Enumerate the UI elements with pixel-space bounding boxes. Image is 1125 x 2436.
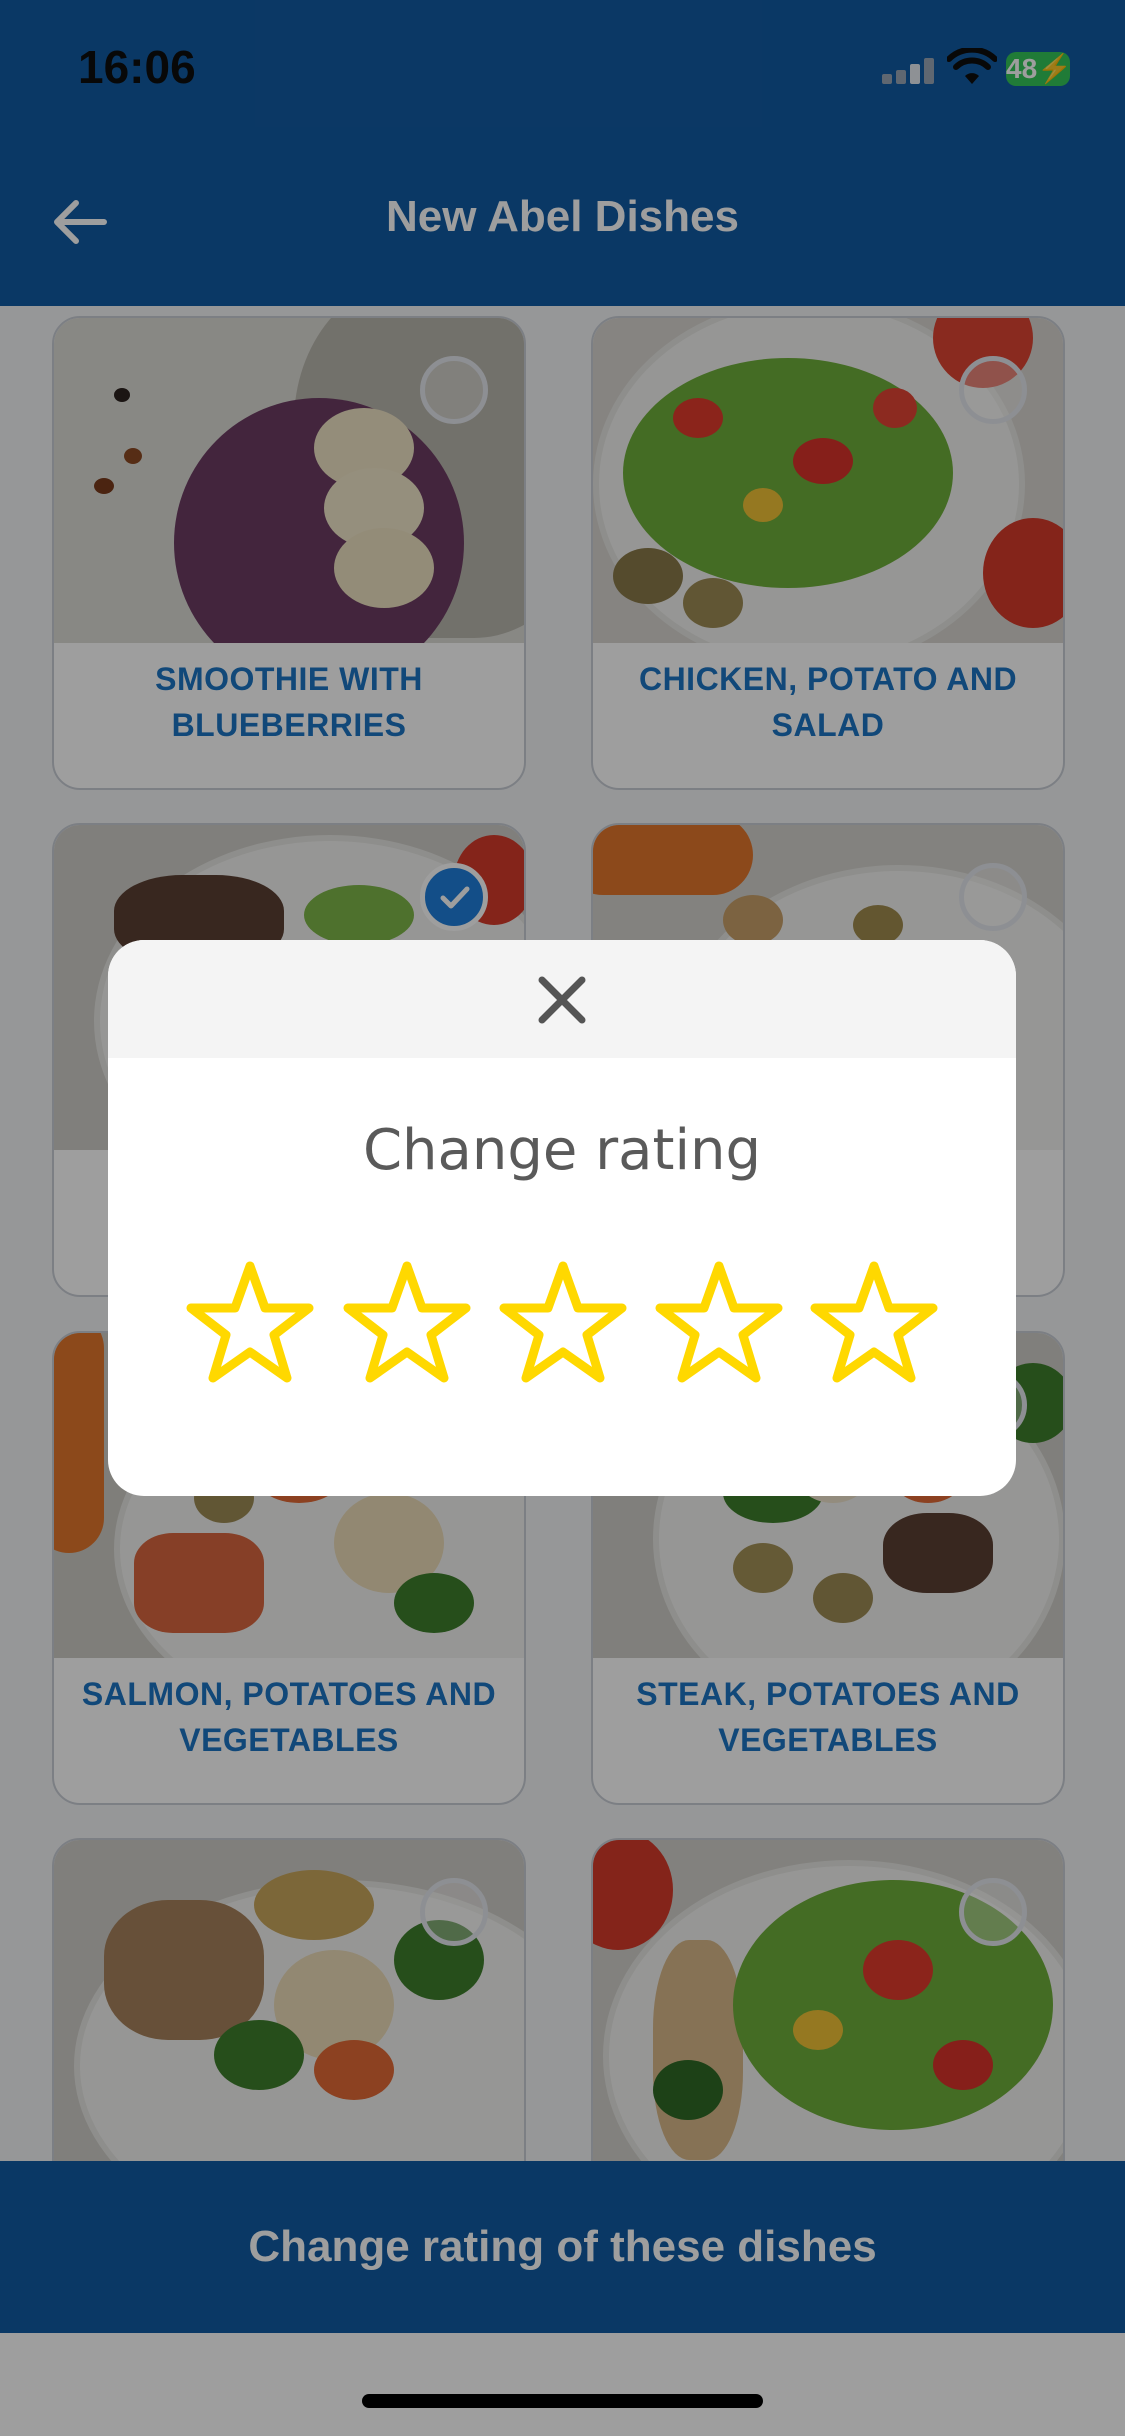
star-icon-1[interactable] <box>184 1258 316 1388</box>
change-rating-modal: Change rating <box>108 940 1016 1496</box>
star-icon-4[interactable] <box>653 1258 785 1388</box>
star-rating <box>184 1258 944 1388</box>
star-icon-5[interactable] <box>808 1258 940 1388</box>
close-icon[interactable] <box>532 970 592 1030</box>
star-icon-3[interactable] <box>497 1258 629 1388</box>
modal-header <box>108 940 1016 1058</box>
modal-title: Change rating <box>362 1118 762 1183</box>
star-icon-2[interactable] <box>341 1258 473 1388</box>
